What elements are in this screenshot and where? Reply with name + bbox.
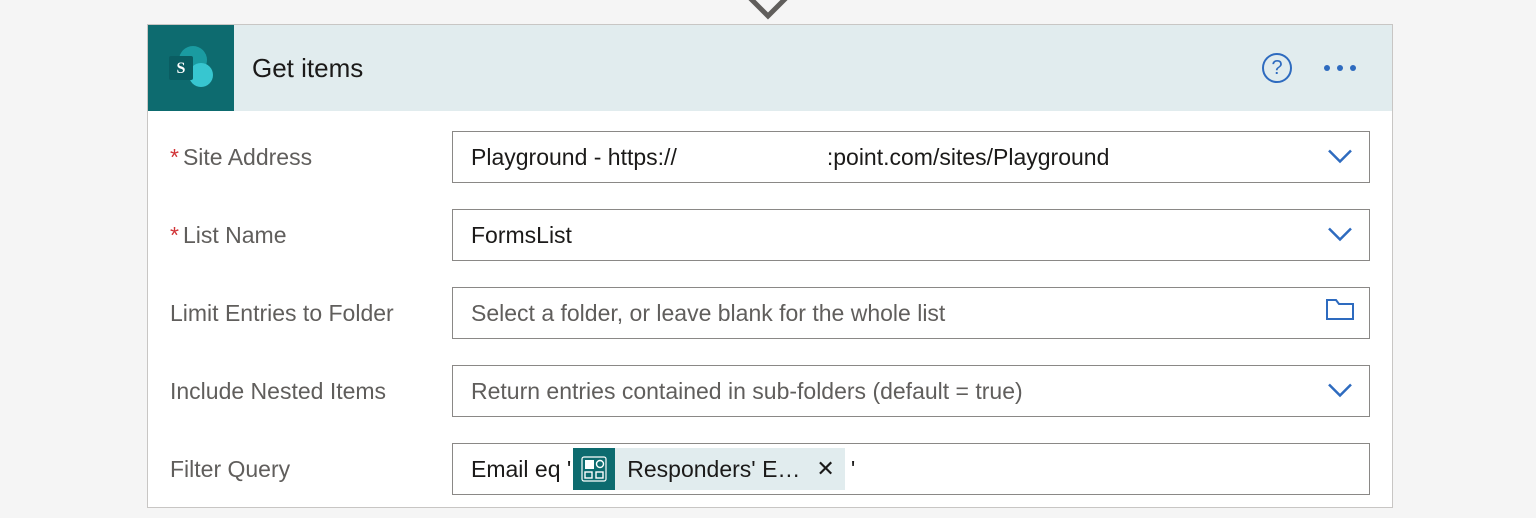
remove-token-button[interactable]: ✕ bbox=[816, 456, 834, 482]
label-site-address: * Site Address bbox=[170, 144, 452, 171]
limit-entries-picker[interactable]: Select a folder, or leave blank for the … bbox=[452, 287, 1370, 339]
card-title: Get items bbox=[234, 25, 1262, 111]
label-text: Site Address bbox=[183, 144, 312, 171]
required-marker: * bbox=[170, 222, 179, 249]
card-body: * Site Address Playground - https:// :po… bbox=[148, 111, 1392, 507]
dynamic-content-token[interactable]: Responders' E… ✕ bbox=[573, 448, 845, 490]
folder-icon[interactable] bbox=[1325, 298, 1355, 328]
label-filter-query: Filter Query bbox=[170, 456, 452, 483]
list-name-dropdown[interactable]: FormsList bbox=[452, 209, 1370, 261]
list-name-value: FormsList bbox=[471, 222, 572, 249]
label-text: Limit Entries to Folder bbox=[170, 300, 394, 327]
flow-arrow-icon bbox=[746, 0, 790, 27]
token-label: Responders' E… bbox=[627, 456, 800, 483]
site-address-value-right: :point.com/sites/Playground bbox=[827, 144, 1110, 171]
action-card: S Get items ? * Site Address Playground … bbox=[147, 24, 1393, 508]
label-text: Include Nested Items bbox=[170, 378, 386, 405]
label-text: List Name bbox=[183, 222, 287, 249]
include-nested-dropdown[interactable]: Return entries contained in sub-folders … bbox=[452, 365, 1370, 417]
filter-query-prefix: Email eq ' bbox=[471, 456, 571, 483]
limit-entries-placeholder: Select a folder, or leave blank for the … bbox=[471, 300, 945, 327]
chevron-down-icon bbox=[1327, 378, 1353, 405]
more-menu-button[interactable] bbox=[1320, 57, 1360, 79]
label-text: Filter Query bbox=[170, 456, 290, 483]
include-nested-placeholder: Return entries contained in sub-folders … bbox=[471, 378, 1023, 405]
required-marker: * bbox=[170, 144, 179, 171]
forms-icon bbox=[573, 448, 615, 490]
field-site-address: * Site Address Playground - https:// :po… bbox=[170, 131, 1370, 183]
field-include-nested: Include Nested Items Return entries cont… bbox=[170, 365, 1370, 417]
label-include-nested: Include Nested Items bbox=[170, 378, 452, 405]
field-filter-query: Filter Query Email eq ' bbox=[170, 443, 1370, 495]
filter-query-suffix: ' bbox=[851, 456, 855, 483]
sharepoint-icon: S bbox=[148, 25, 234, 111]
help-button[interactable]: ? bbox=[1262, 53, 1292, 83]
card-header[interactable]: S Get items ? bbox=[148, 25, 1392, 111]
chevron-down-icon bbox=[1327, 144, 1353, 171]
svg-text:S: S bbox=[177, 60, 186, 77]
chevron-down-icon bbox=[1327, 222, 1353, 249]
label-list-name: * List Name bbox=[170, 222, 452, 249]
field-limit-entries: Limit Entries to Folder Select a folder,… bbox=[170, 287, 1370, 339]
filter-query-input[interactable]: Email eq ' Responders' E… bbox=[452, 443, 1370, 495]
field-list-name: * List Name FormsList bbox=[170, 209, 1370, 261]
label-limit-entries: Limit Entries to Folder bbox=[170, 300, 452, 327]
site-address-dropdown[interactable]: Playground - https:// :point.com/sites/P… bbox=[452, 131, 1370, 183]
site-address-value-left: Playground - https:// bbox=[471, 144, 677, 171]
